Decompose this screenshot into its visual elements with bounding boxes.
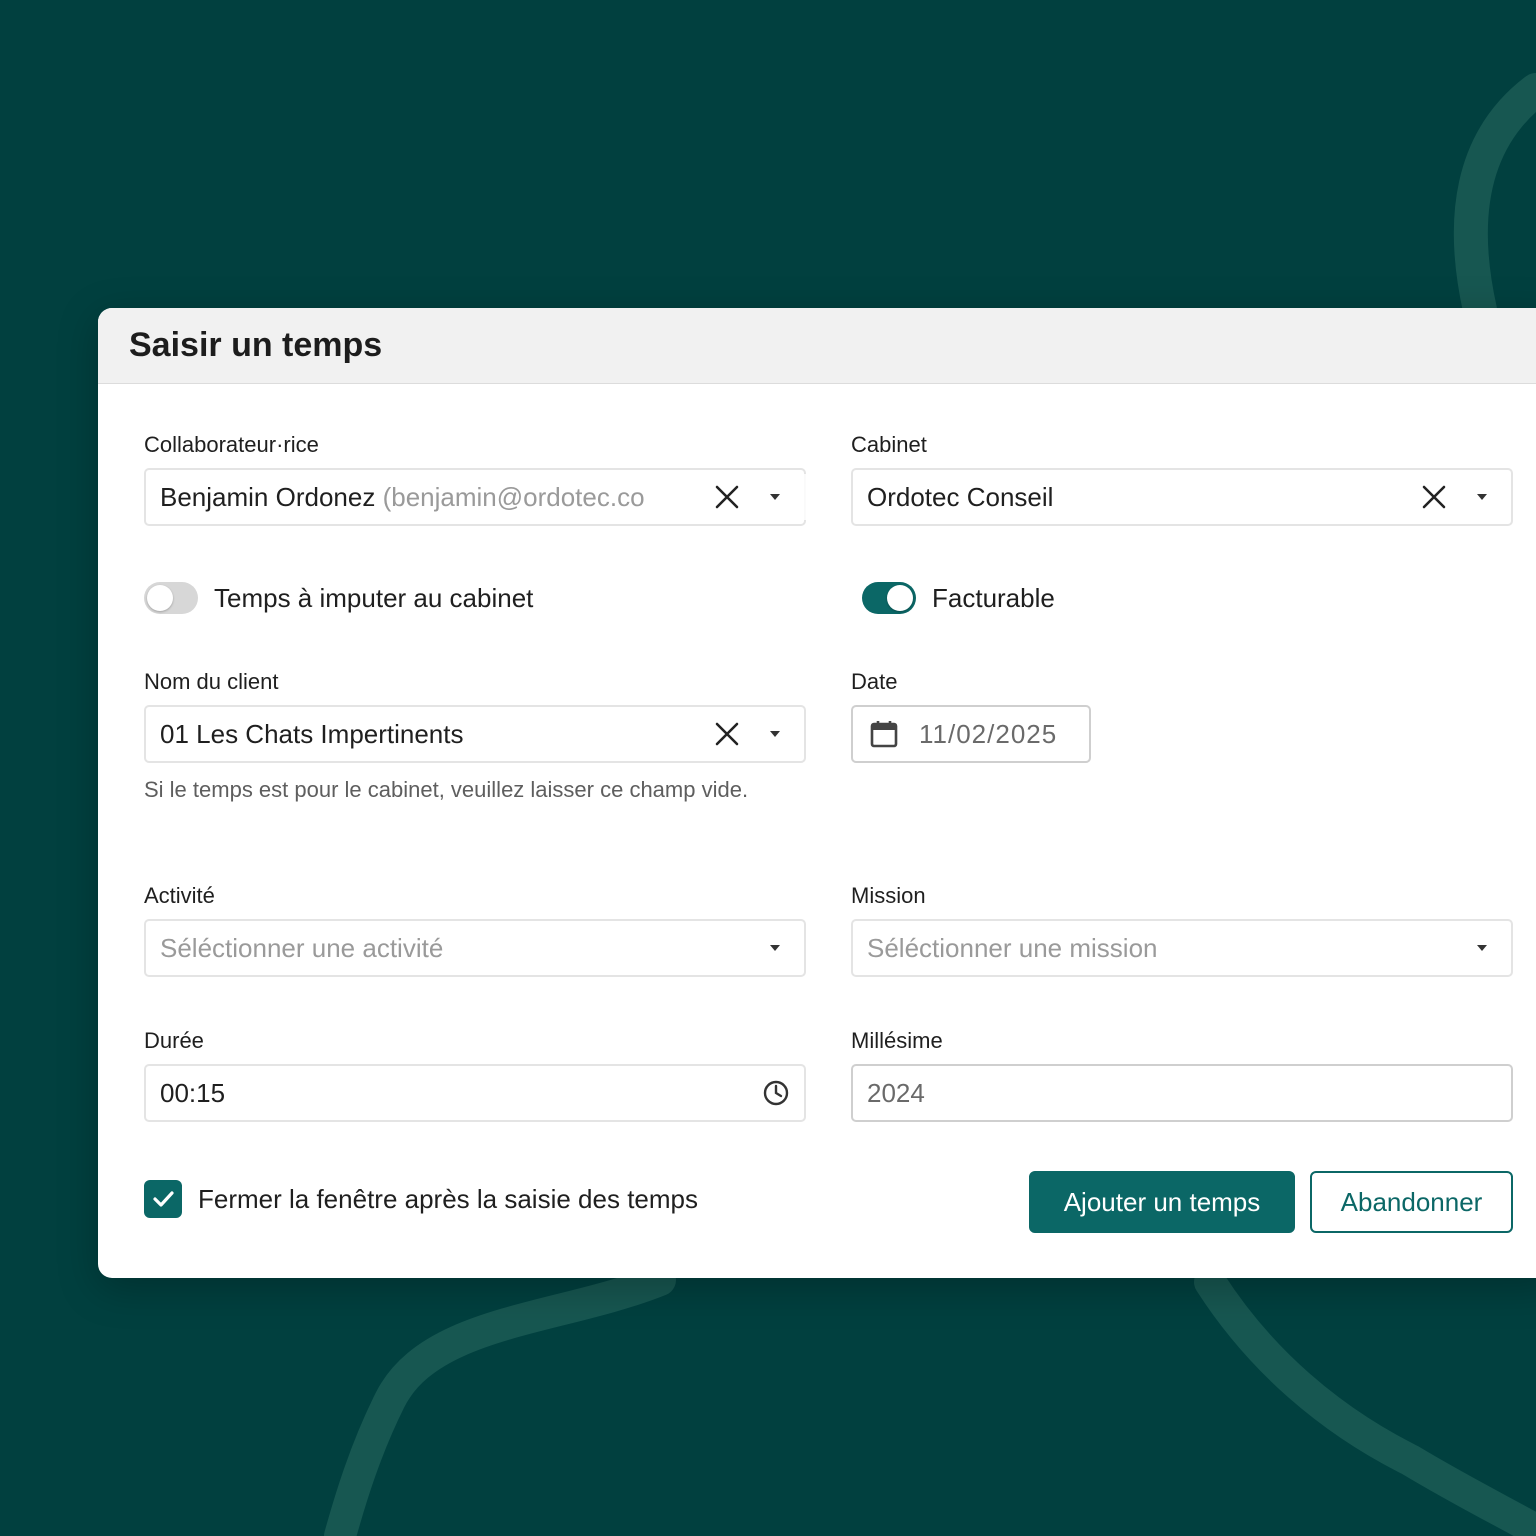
mission-label: Mission (851, 883, 926, 908)
collaborator-value: Benjamin Ordonez (benjamin@ordotec.co (160, 482, 720, 513)
client-label: Nom du client (144, 669, 279, 694)
chevron-down-icon[interactable] (768, 943, 782, 953)
collaborator-select[interactable]: Benjamin Ordonez (benjamin@ordotec.co (144, 468, 816, 526)
collaborator-label: Collaborateur·rice (144, 432, 319, 457)
millesime-value: 2024 (867, 1077, 925, 1108)
clock-icon[interactable] (762, 1079, 790, 1107)
millesime-input[interactable]: 2024 (851, 1064, 1513, 1122)
close-icon[interactable] (714, 484, 740, 510)
billable-toggle-row: Facturable (862, 582, 1055, 614)
duration-value: 00:15 (160, 1077, 226, 1108)
cabinet-time-toggle[interactable] (144, 582, 198, 614)
collaborator-email: (benjamin@ordotec.co (382, 481, 645, 512)
chevron-down-icon[interactable] (1475, 943, 1489, 953)
activity-label: Activité (144, 883, 215, 908)
close-after-row: Fermer la fenêtre après la saisie des te… (144, 1180, 698, 1218)
billable-toggle[interactable] (862, 582, 916, 614)
client-helper-text: Si le temps est pour le cabinet, veuille… (144, 777, 749, 802)
client-value: 01 Les Chats Impertinents (160, 718, 464, 749)
chevron-down-icon[interactable] (768, 492, 782, 502)
close-after-checkbox[interactable] (144, 1180, 182, 1218)
chevron-down-icon[interactable] (1475, 492, 1489, 502)
mission-select[interactable]: Séléctionner une mission (851, 919, 1513, 977)
close-after-label: Fermer la fenêtre après la saisie des te… (198, 1183, 698, 1214)
cabinet-select[interactable]: Ordotec Conseil (851, 468, 1513, 526)
close-icon[interactable] (1421, 484, 1447, 510)
billable-toggle-label: Facturable (932, 582, 1055, 613)
toggle-knob (147, 585, 173, 611)
date-label: Date (851, 669, 898, 694)
date-value: 11/02/2025 (919, 718, 1058, 749)
dialog-title: Saisir un temps (129, 326, 383, 364)
millesime-label: Millésime (851, 1028, 943, 1053)
close-icon[interactable] (714, 721, 740, 747)
client-select[interactable]: 01 Les Chats Impertinents (144, 705, 806, 763)
duration-label: Durée (144, 1028, 204, 1053)
cancel-button[interactable]: Abandonner (1310, 1171, 1513, 1233)
cabinet-time-toggle-label: Temps à imputer au cabinet (214, 582, 534, 613)
add-time-button[interactable]: Ajouter un temps (1029, 1171, 1295, 1233)
cabinet-label: Cabinet (851, 432, 927, 457)
activity-select[interactable]: Séléctionner une activité (144, 919, 806, 977)
collaborator-name: Benjamin Ordonez (160, 481, 376, 512)
activity-placeholder: Séléctionner une activité (160, 932, 444, 963)
duration-input[interactable]: 00:15 (144, 1064, 806, 1122)
date-input[interactable]: 11/02/2025 (851, 705, 1091, 763)
check-icon (153, 1191, 174, 1207)
time-entry-dialog: Saisir un temps Collaborateur·rice Benja… (98, 308, 1536, 1278)
chevron-down-icon[interactable] (768, 729, 782, 739)
toggle-knob (887, 585, 913, 611)
mission-placeholder: Séléctionner une mission (867, 932, 1158, 963)
cabinet-value: Ordotec Conseil (867, 481, 1054, 512)
calendar-icon[interactable] (869, 719, 899, 749)
cabinet-time-toggle-row: Temps à imputer au cabinet (144, 582, 533, 614)
dialog-header: Saisir un temps (98, 308, 1536, 384)
